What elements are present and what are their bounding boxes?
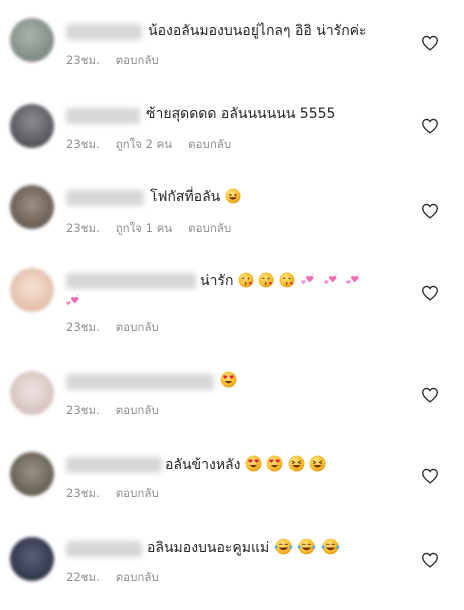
grinning-face-emoji xyxy=(225,188,241,204)
reply-button[interactable]: ตอบกลับ xyxy=(116,570,159,584)
comment-text: น้องอลันมองบนอยู่ไกลๆ อิอิ น่ารักค่ะ xyxy=(148,23,367,39)
kissing-face-emoji xyxy=(258,272,274,288)
username-blurred[interactable] xyxy=(66,457,162,473)
username-blurred[interactable] xyxy=(66,108,140,124)
username-blurred[interactable] xyxy=(66,24,142,40)
comment-time: 23ชม. xyxy=(66,137,100,151)
reply-button[interactable]: ตอบกลับ xyxy=(116,486,159,500)
two-hearts-emoji xyxy=(299,271,317,287)
comment-time: 23ชม. xyxy=(66,486,100,500)
comment-meta: 23ชม. ถูกใจ 1 คน ตอบกลับ xyxy=(66,220,247,236)
heart-outline-icon[interactable] xyxy=(421,203,439,219)
heart-eyes-emoji xyxy=(266,455,283,472)
heart-outline-icon[interactable] xyxy=(421,552,439,568)
reply-button[interactable]: ตอบกลับ xyxy=(188,137,231,151)
username-blurred[interactable] xyxy=(66,190,144,206)
likes-count[interactable]: ถูกใจ 2 คน xyxy=(116,137,172,151)
comment-meta: 23ชม. ตอบกลับ xyxy=(66,402,175,418)
reply-button[interactable]: ตอบกลับ xyxy=(188,221,231,235)
comment-meta: 22ชม. ตอบกลับ xyxy=(66,569,175,585)
reply-button[interactable]: ตอบกลับ xyxy=(116,403,159,417)
heart-outline-icon[interactable] xyxy=(421,468,439,484)
avatar[interactable] xyxy=(10,371,54,415)
comment-time: 22ชม. xyxy=(66,570,100,584)
comment-time: 23ชม. xyxy=(66,403,100,417)
kissing-face-emoji xyxy=(238,272,254,288)
avatar[interactable] xyxy=(10,268,54,312)
comment-time: 23ชม. xyxy=(66,320,100,334)
tears-of-joy-emoji xyxy=(321,538,340,555)
reply-button[interactable]: ตอบกลับ xyxy=(116,320,159,334)
likes-count[interactable]: ถูกใจ 1 คน xyxy=(116,221,172,235)
comment-text xyxy=(220,371,237,391)
avatar[interactable] xyxy=(10,18,54,62)
two-hearts-emoji xyxy=(64,292,82,308)
avatar[interactable] xyxy=(10,104,54,148)
comment-meta: 23ชม. ตอบกลับ xyxy=(66,319,175,335)
comment-text: โฟกัสที่อลัน xyxy=(150,187,241,207)
heart-outline-icon[interactable] xyxy=(421,118,439,134)
heart-eyes-emoji xyxy=(220,371,237,388)
laughing-face-emoji xyxy=(288,455,305,472)
two-hearts-emoji xyxy=(322,271,340,287)
avatar[interactable] xyxy=(10,452,54,496)
two-hearts-emoji xyxy=(344,271,362,287)
heart-outline-icon[interactable] xyxy=(421,35,439,51)
comment-meta: 23ชม. ถูกใจ 2 คน ตอบกลับ xyxy=(66,136,247,152)
laughing-face-emoji xyxy=(309,455,326,472)
comment-text: น่ารัก xyxy=(200,271,362,291)
reply-button[interactable]: ตอบกลับ xyxy=(116,53,159,67)
comment-text: อลันข้างหลัง xyxy=(165,455,326,475)
comment-time: 23ชม. xyxy=(66,221,100,235)
username-blurred[interactable] xyxy=(66,273,196,289)
username-blurred[interactable] xyxy=(66,374,214,390)
kissing-face-emoji xyxy=(279,272,295,288)
comment-meta: 23ชม. ตอบกลับ xyxy=(66,485,175,501)
comment-text: อลินมองบนอะคูมแม่ xyxy=(147,538,340,558)
comment-time: 23ชม. xyxy=(66,53,100,67)
username-blurred[interactable] xyxy=(66,541,142,557)
heart-outline-icon[interactable] xyxy=(421,285,439,301)
avatar[interactable] xyxy=(10,185,54,229)
heart-eyes-emoji xyxy=(245,455,262,472)
tears-of-joy-emoji xyxy=(297,538,316,555)
comment-meta: 23ชม. ตอบกลับ xyxy=(66,52,175,68)
tears-of-joy-emoji xyxy=(274,538,293,555)
heart-outline-icon[interactable] xyxy=(421,387,439,403)
comment-text: ซ้ายสุดดดด อลันนนนนน 5555 xyxy=(146,106,336,122)
avatar[interactable] xyxy=(10,537,54,581)
